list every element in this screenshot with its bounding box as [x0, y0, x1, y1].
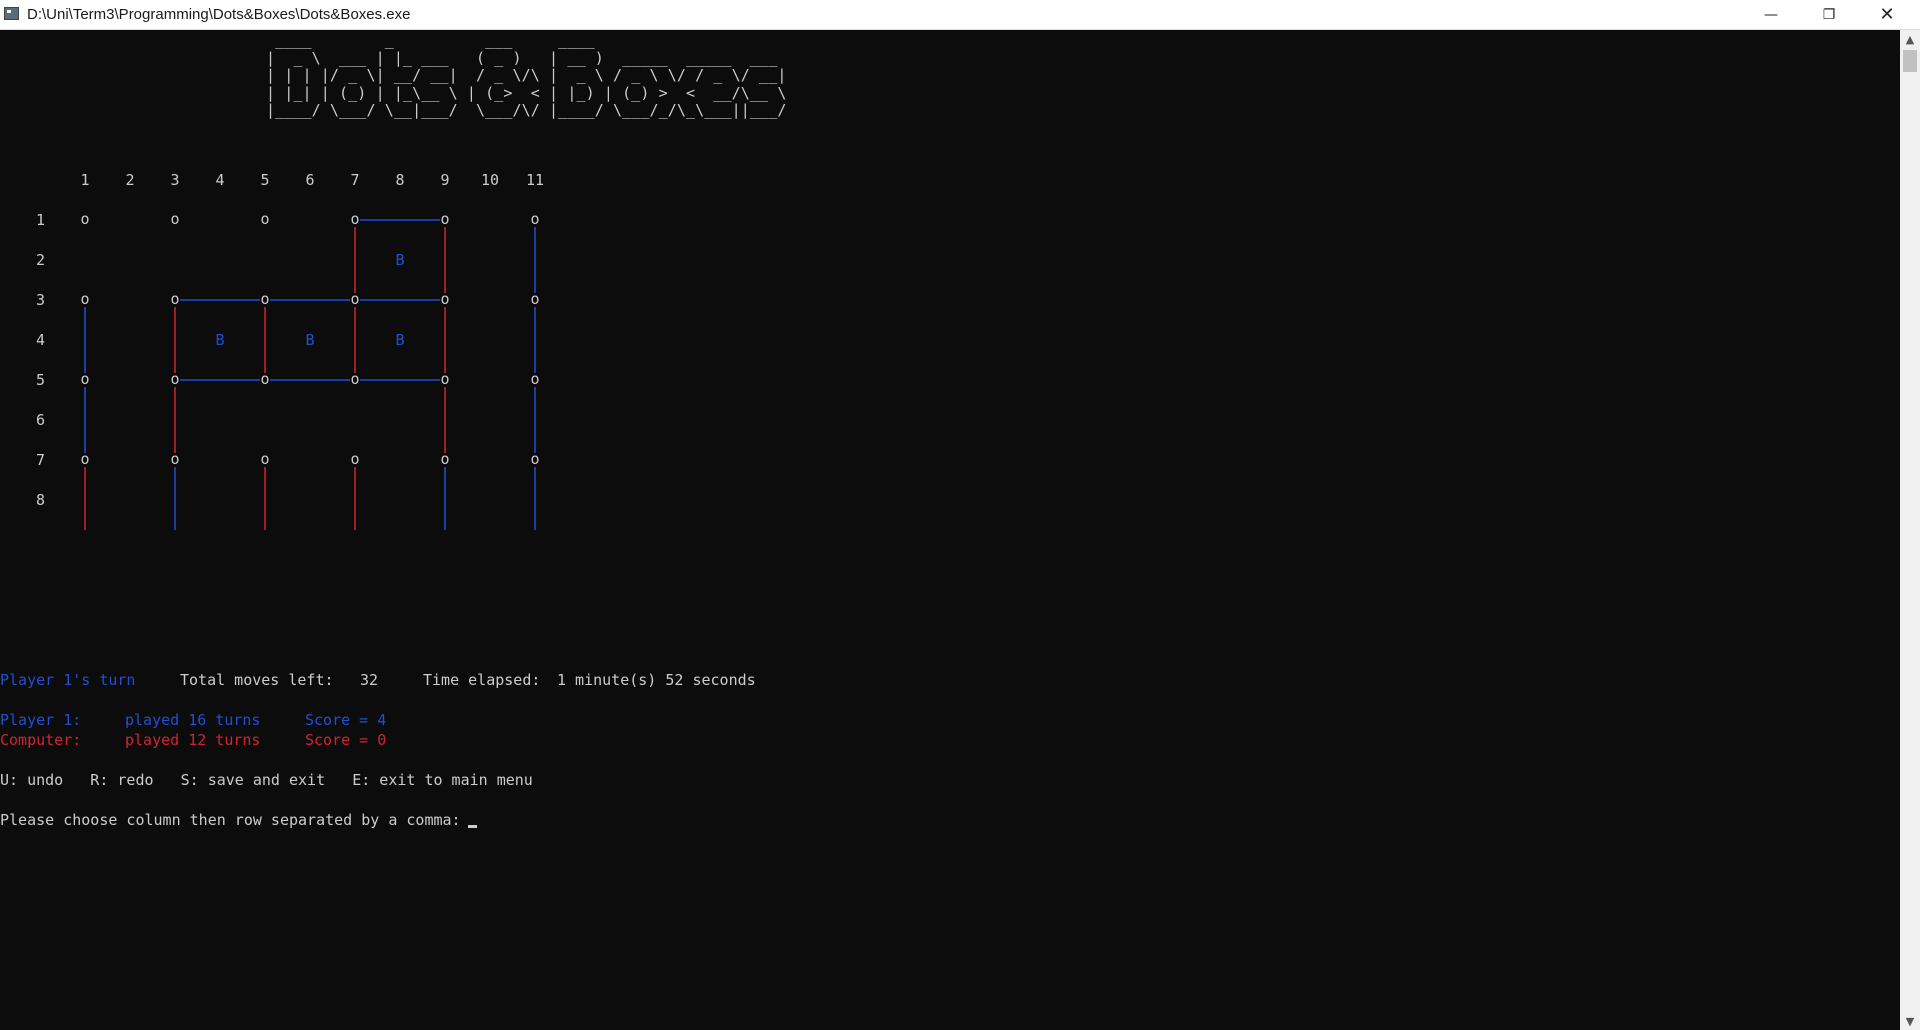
row-label: 7: [36, 451, 45, 469]
row-label: 4: [36, 331, 45, 349]
controls-help: U: undo R: redo S: save and exit E: exit…: [0, 771, 533, 789]
grid-dot: o: [80, 370, 89, 388]
box-owner-mark: B: [395, 251, 404, 269]
grid-dot: o: [530, 370, 539, 388]
row-label: 8: [36, 491, 45, 509]
row-label: 5: [36, 371, 45, 389]
grid-dot: o: [350, 370, 359, 388]
text-cursor[interactable]: [468, 825, 477, 828]
column-label: 9: [440, 171, 449, 189]
grid-dot: o: [170, 450, 179, 468]
box-owner-mark: B: [215, 331, 224, 349]
column-label: 5: [260, 171, 269, 189]
computer-name: Computer:: [0, 731, 82, 749]
grid-dot: o: [170, 370, 179, 388]
grid-dot: o: [530, 450, 539, 468]
input-prompt[interactable]: Please choose column then row separated …: [0, 810, 461, 830]
grid-dot: o: [260, 450, 269, 468]
player1-turns: played 16 turns: [125, 711, 261, 729]
grid-dot: o: [80, 290, 89, 308]
computer-turns: played 12 turns: [125, 731, 261, 749]
time-elapsed-value: 1 minute(s) 52 seconds: [557, 671, 756, 689]
grid-dot: o: [350, 290, 359, 308]
grid-dot: o: [260, 210, 269, 228]
grid-dot: o: [350, 210, 359, 228]
column-label: 7: [350, 171, 359, 189]
vertical-scrollbar[interactable]: ▲ ▼: [1900, 30, 1920, 1030]
window-title: D:\Uni\Term3\Programming\Dots&Boxes\Dots…: [27, 6, 411, 23]
row-label: 3: [36, 291, 45, 309]
player1-name: Player 1:: [0, 711, 82, 729]
grid-dot: o: [440, 290, 449, 308]
column-label: 1: [80, 171, 89, 189]
grid-dot: o: [170, 290, 179, 308]
column-label: 6: [305, 171, 314, 189]
restore-button[interactable]: ❐: [1800, 0, 1858, 29]
column-label: 11: [526, 171, 544, 189]
row-label: 2: [36, 251, 45, 269]
grid-dot: o: [440, 450, 449, 468]
column-label: 2: [125, 171, 134, 189]
turn-indicator: Player 1's turn: [0, 671, 136, 689]
close-button[interactable]: ✕: [1858, 0, 1916, 29]
grid-dot: o: [440, 370, 449, 388]
grid-dot: o: [260, 370, 269, 388]
minimize-button[interactable]: —: [1742, 0, 1800, 29]
box-owner-mark: B: [305, 331, 314, 349]
grid-dot: o: [260, 290, 269, 308]
player1-score: Score = 4: [305, 711, 387, 729]
grid-dot: o: [440, 210, 449, 228]
console-app-icon: [4, 7, 19, 20]
scroll-down-arrow-icon[interactable]: ▼: [1900, 1012, 1920, 1030]
grid-dot: o: [80, 450, 89, 468]
box-owner-mark: B: [395, 331, 404, 349]
column-label: 8: [395, 171, 404, 189]
column-label: 10: [481, 171, 499, 189]
scrollbar-thumb[interactable]: [1903, 50, 1917, 72]
grid-dot: o: [80, 210, 89, 228]
title-bar: D:\Uni\Term3\Programming\Dots&Boxes\Dots…: [0, 0, 1920, 30]
scroll-up-arrow-icon[interactable]: ▲: [1900, 30, 1920, 48]
time-elapsed-label: Time elapsed:: [423, 671, 541, 689]
column-label: 3: [170, 171, 179, 189]
row-label: 6: [36, 411, 45, 429]
grid-dot: o: [530, 210, 539, 228]
grid-dot: o: [350, 450, 359, 468]
console-output: ____ _ ___ ____ | _ \ ___ | |_ ___ ( _ )…: [0, 30, 1900, 1030]
computer-score: Score = 0: [305, 731, 387, 749]
moves-left-label: Total moves left:: [180, 671, 334, 689]
grid-dot: o: [170, 210, 179, 228]
game-board-lines: 12345678910111234567891011oooooooooooooo…: [36, 171, 544, 530]
moves-left-value: 32: [360, 671, 379, 689]
row-label: 1: [36, 211, 45, 229]
column-label: 4: [215, 171, 224, 189]
grid-dot: o: [530, 290, 539, 308]
